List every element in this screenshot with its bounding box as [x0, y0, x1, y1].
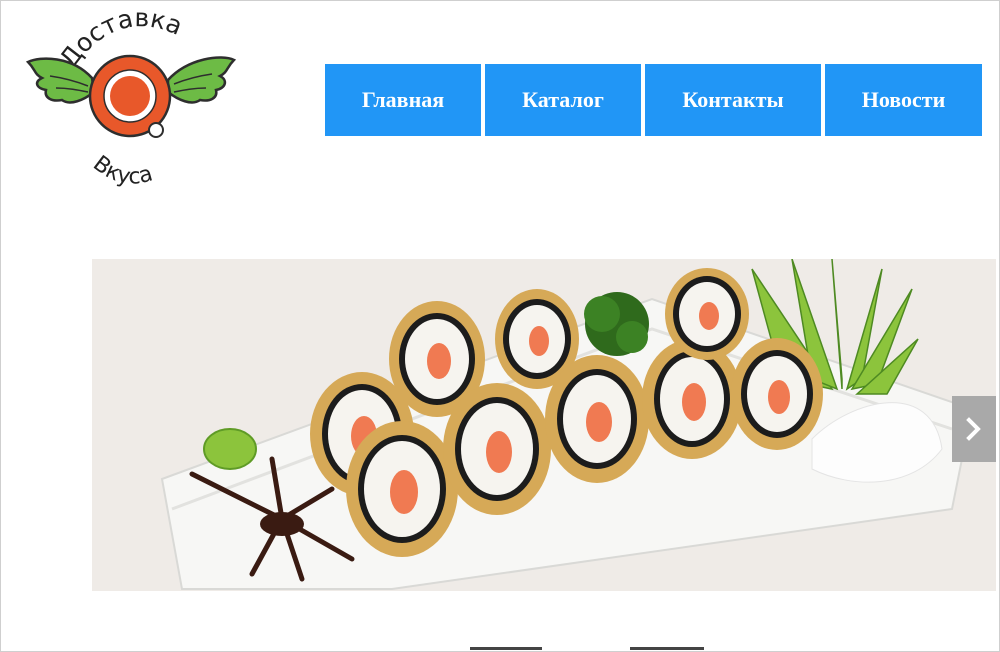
slider-indicator-1[interactable]	[470, 647, 542, 650]
slider-next-button[interactable]	[952, 396, 996, 462]
nav-contacts[interactable]: Контакты	[645, 64, 821, 136]
chevron-right-icon	[966, 417, 981, 441]
sushi-rolls-photo	[92, 259, 996, 591]
nav-home[interactable]: Главная	[325, 64, 481, 136]
site-logo[interactable]: Доставка Вкуса	[22, 3, 238, 196]
slider-indicator-2[interactable]	[630, 647, 704, 650]
nav-news[interactable]: Новости	[825, 64, 982, 136]
hero-slider[interactable]	[92, 259, 996, 591]
logo-bottom-text: Вкуса	[88, 151, 155, 190]
plate-with-wings-logo: Доставка Вкуса	[25, 3, 237, 190]
nav-catalog[interactable]: Каталог	[485, 64, 641, 136]
